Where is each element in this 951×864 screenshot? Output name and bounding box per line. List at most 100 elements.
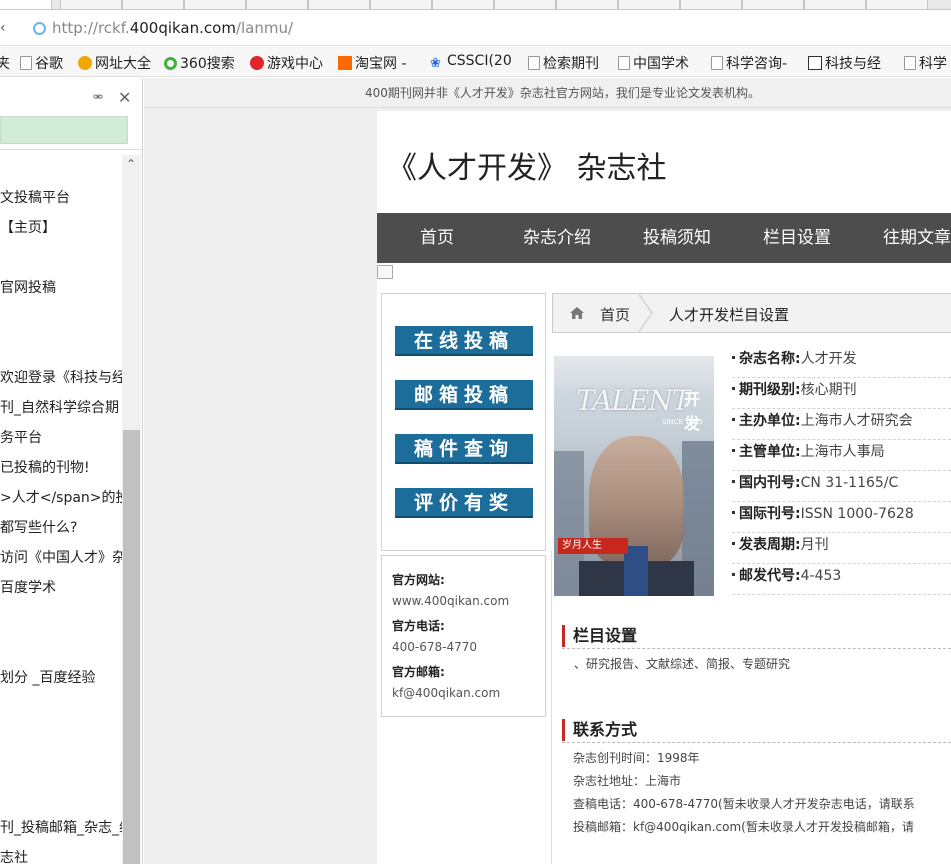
browser-tab[interactable] [432, 0, 494, 9]
bookmark-item[interactable]: 谷歌 [20, 53, 63, 73]
bullet-icon [732, 480, 735, 483]
side-panel-item[interactable]: 志社 [0, 847, 28, 864]
info-label: 期刊级别: [739, 382, 801, 398]
back-arrow-icon[interactable]: ‹ [0, 20, 6, 36]
disclaimer-notice: 400期刊网并非《人才开发》杂志社官方网站，我们是专业论文发表机构。 [144, 78, 951, 108]
website-label: 官方网站: [392, 573, 445, 587]
info-row: 发表周期:月刊 [732, 534, 951, 564]
side-panel-item[interactable]: 务平台 [0, 427, 42, 447]
manuscript-query-button[interactable]: 稿件查询 [395, 434, 533, 464]
bullet-icon [732, 356, 735, 359]
url-path: /lanmu/ [235, 19, 294, 37]
contact-section-title: 联系方式 [562, 719, 637, 741]
pin-icon[interactable]: ⚮ [93, 90, 103, 104]
info-value: 人才开发 [800, 351, 857, 367]
nav-columns[interactable]: 栏目设置 [763, 213, 831, 263]
url-text[interactable]: http://rckf.400qikan.com/lanmu/ [52, 19, 293, 37]
cover-banner: 岁月人生 [558, 538, 628, 554]
side-panel-item[interactable]: 百度学术 [0, 577, 56, 597]
nav-magazine-intro[interactable]: 杂志介绍 [523, 213, 591, 263]
bookmark-item[interactable]: 360搜索 [164, 53, 235, 73]
contact-line: 杂志社地址：上海市 [573, 774, 682, 788]
email-submit-button[interactable]: 邮箱投稿 [395, 380, 533, 410]
browser-tab[interactable] [0, 0, 52, 9]
browser-tab[interactable] [122, 0, 184, 9]
side-panel-item[interactable]: 已投稿的刊物! [0, 457, 90, 477]
bookmark-item[interactable]: 检索期刊 [528, 53, 599, 73]
review-reward-button[interactable]: 评价有奖 [395, 488, 533, 518]
browser-tab[interactable] [556, 0, 618, 9]
side-panel-item[interactable]: 刊_自然科学综合期 [0, 397, 119, 417]
page-icon [618, 56, 630, 70]
scrollbar-thumb[interactable] [123, 430, 140, 864]
side-panel-item[interactable]: >人才</span>的投 [0, 487, 130, 507]
page-content: 《人才开发》 杂志社 首页 杂志介绍 投稿须知 栏目设置 往期文章 在线投稿 邮… [377, 111, 951, 864]
browser-tab[interactable] [246, 0, 308, 9]
browser-tab[interactable] [184, 0, 246, 9]
browser-tab[interactable] [494, 0, 556, 9]
side-panel-item[interactable]: 划分 _百度经验 [0, 667, 95, 687]
official-contact-box: 官方网站: www.400qikan.com 官方电话: 400-678-477… [381, 555, 546, 717]
side-panel-item[interactable]: 【主页】 [0, 217, 56, 237]
side-panel-scrollbar[interactable]: ⌃ [122, 155, 141, 864]
website-link[interactable]: www.400qikan.com [392, 594, 509, 608]
page-icon [904, 56, 916, 70]
nav-past-articles[interactable]: 往期文章 [883, 213, 951, 263]
bookmark-item[interactable]: 夹 [0, 53, 10, 73]
side-panel-item[interactable]: 官网投稿 [0, 277, 56, 297]
address-bar[interactable]: ‹ http://rckf.400qikan.com/lanmu/ [0, 10, 951, 46]
browser-tab[interactable] [866, 0, 928, 9]
taobao-icon [338, 56, 352, 70]
close-icon[interactable]: ✕ [118, 88, 131, 107]
bookmark-label: 360搜索 [180, 56, 235, 72]
web-page: 400期刊网并非《人才开发》杂志社官方网站，我们是专业论文发表机构。 《人才开发… [144, 78, 951, 864]
bookmark-item[interactable]: 科学 [904, 53, 947, 73]
nav-submission-guide[interactable]: 投稿须知 [643, 213, 711, 263]
page-title: 《人才开发》 杂志社 [387, 151, 667, 186]
bookmark-item[interactable]: 中国学术 [618, 53, 689, 73]
browser-tab[interactable] [618, 0, 680, 9]
bookmark-label: CSSCI(20 [447, 53, 512, 69]
page-icon [20, 56, 32, 70]
side-panel-item[interactable]: 都写些什么? [0, 517, 77, 537]
browser-tab[interactable] [804, 0, 866, 9]
breadcrumb: 首页 人才开发栏目设置 [552, 293, 951, 333]
breadcrumb-home[interactable]: 首页 [600, 304, 630, 325]
columns-section-title: 栏目设置 [562, 625, 637, 647]
side-panel-item[interactable]: 刊_投稿邮箱_杂志_组 [0, 817, 133, 837]
info-value: CN 31-1165/C [800, 475, 899, 491]
bookmark-item[interactable]: 科学咨询- [711, 53, 787, 73]
info-value: 4-453 [800, 568, 842, 584]
info-value: 核心期刊 [800, 382, 857, 398]
scroll-up-icon[interactable]: ⌃ [126, 157, 136, 171]
magazine-cover-image: TALENT 开发 SINCE 1985 岁月人生 [554, 356, 714, 596]
360-search-icon [164, 57, 177, 70]
info-row: 期刊级别:核心期刊 [732, 379, 951, 409]
browser-tab[interactable] [742, 0, 804, 9]
paw-icon: ❀ [430, 56, 441, 71]
nav-home[interactable]: 首页 [420, 213, 454, 263]
side-panel-search-input[interactable] [0, 116, 128, 144]
contact-line: 杂志创刊时间：1998年 [573, 751, 700, 765]
page-icon [711, 56, 723, 70]
side-panel-item[interactable]: 文投稿平台 [0, 187, 70, 207]
bookmark-label: 科学咨询- [726, 56, 788, 72]
browser-tab[interactable] [370, 0, 432, 9]
bookmark-item[interactable]: ❀ CSSCI(20 [430, 53, 512, 71]
info-value: 上海市人才研究会 [800, 413, 913, 429]
browser-tab[interactable] [680, 0, 742, 9]
bookmark-item[interactable]: 淘宝网 - [338, 53, 407, 73]
browser-tab[interactable] [308, 0, 370, 9]
url-prefix: http://rckf. [52, 19, 130, 37]
bookmark-item[interactable]: 游戏中心 [250, 53, 323, 73]
side-panel-item[interactable]: 访问《中国人才》杂 [0, 547, 126, 567]
browser-tab[interactable] [60, 0, 122, 9]
bookmark-item[interactable]: 网址大全 [78, 53, 151, 73]
side-panel-item[interactable]: 欢迎登录《科技与经 [0, 367, 126, 387]
side-panel: ⚮ ✕ 文投稿平台 【主页】 官网投稿 欢迎登录《科技与经 刊_自然科学综合期 … [0, 78, 143, 864]
info-label: 主办单位: [739, 413, 801, 429]
online-submit-button[interactable]: 在线投稿 [395, 326, 533, 356]
bookmark-item[interactable]: 科技与经 [808, 53, 881, 73]
column-divider [551, 551, 552, 864]
email-link[interactable]: kf@400qikan.com [392, 686, 500, 700]
